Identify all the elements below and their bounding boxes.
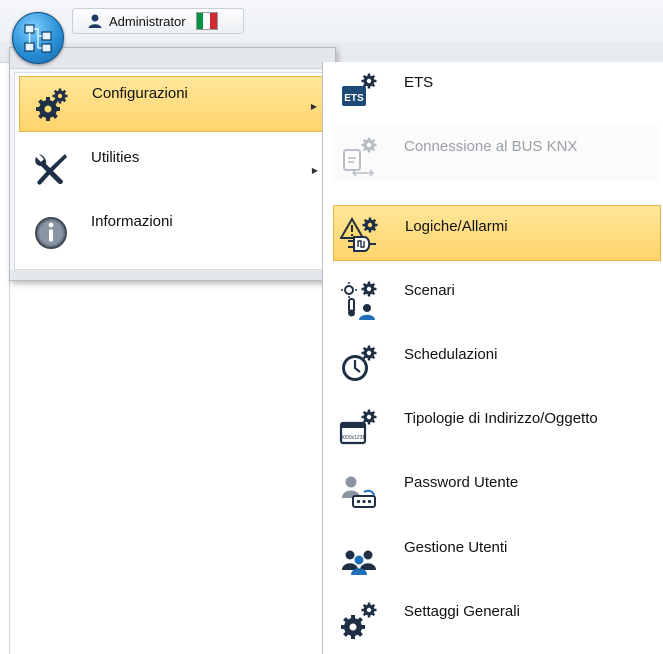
user-password-icon <box>342 476 376 508</box>
menu-item-utilities[interactable]: Utilities ▶ <box>19 141 328 197</box>
italy-flag-icon[interactable] <box>195 12 218 30</box>
menu-item-label: Configurazioni <box>92 85 188 102</box>
submenu-item-label: Scenari <box>404 282 455 299</box>
submenu-item-label: Connessione al BUS KNX <box>404 138 578 155</box>
submenu-item-connessione-bus-knx[interactable]: Connessione al BUS KNX <box>333 126 661 182</box>
user-icon <box>88 14 102 28</box>
user-name: Administrator <box>109 13 186 29</box>
tools-icon <box>35 154 67 185</box>
bus-connection-icon <box>343 137 377 176</box>
main-menu-footer <box>10 270 335 280</box>
address-type-icon: 0000x123F <box>339 409 377 445</box>
gears-icon <box>36 88 68 121</box>
address-format-label: 0000x123F <box>340 435 365 441</box>
main-menu-panel: Configurazioni ▶ Utilities ▶ Informazion… <box>9 47 336 281</box>
submenu-item-settaggi-generali[interactable]: Settaggi Generali <box>333 591 661 647</box>
main-menu-body: Configurazioni ▶ Utilities ▶ Informazion… <box>14 72 333 270</box>
workspace-edge <box>9 280 10 654</box>
network-nodes-icon <box>24 24 52 53</box>
menu-item-configurazioni[interactable]: Configurazioni ▶ <box>19 76 328 132</box>
clock-icon <box>342 345 377 381</box>
title-bar: Administrator <box>0 0 663 42</box>
submenu-item-schedulazioni[interactable]: Schedulazioni <box>333 334 661 390</box>
users-management-icon <box>342 550 376 575</box>
submenu-item-ets[interactable]: ETS ETS <box>333 62 661 118</box>
submenu-item-label: Settaggi Generali <box>404 603 520 620</box>
configurazioni-submenu: ETS ETS Connessione al BUS KNX Logiche/A… <box>322 62 663 654</box>
submenu-item-label: Schedulazioni <box>404 346 498 363</box>
menu-item-label: Informazioni <box>91 213 173 230</box>
submenu-item-scenari[interactable]: Scenari <box>333 270 661 326</box>
logic-alarm-icon <box>340 217 378 252</box>
menu-item-label: Utilities <box>91 149 140 166</box>
submenu-arrow-icon: ▶ <box>311 166 318 175</box>
ets-icon: ETS <box>342 73 377 106</box>
submenu-item-label: Password Utente <box>404 474 519 491</box>
submenu-item-label: Tipologie di Indirizzo/Oggetto <box>404 410 598 427</box>
menu-item-informazioni[interactable]: Informazioni <box>19 205 328 261</box>
submenu-item-logiche-allarmi[interactable]: Logiche/Allarmi <box>333 205 661 261</box>
submenu-item-label: Gestione Utenti <box>404 539 508 556</box>
submenu-arrow-icon: ▶ <box>310 102 317 111</box>
submenu-item-password-utente[interactable]: Password Utente <box>333 462 661 518</box>
submenu-item-label: ETS <box>404 74 434 91</box>
submenu-item-gestione-utenti[interactable]: Gestione Utenti <box>333 527 661 583</box>
current-user-indicator[interactable]: Administrator <box>72 8 244 34</box>
info-icon <box>35 217 67 249</box>
submenu-item-tipologie-indirizzo-oggetto[interactable]: 0000x123F Tipologie di Indirizzo/Oggetto <box>333 398 661 454</box>
svg-text:ETS: ETS <box>344 93 364 104</box>
submenu-item-label: Logiche/Allarmi <box>405 218 508 235</box>
app-menu-button[interactable] <box>12 12 64 64</box>
general-settings-icon <box>341 602 377 639</box>
scenes-icon <box>341 281 377 320</box>
